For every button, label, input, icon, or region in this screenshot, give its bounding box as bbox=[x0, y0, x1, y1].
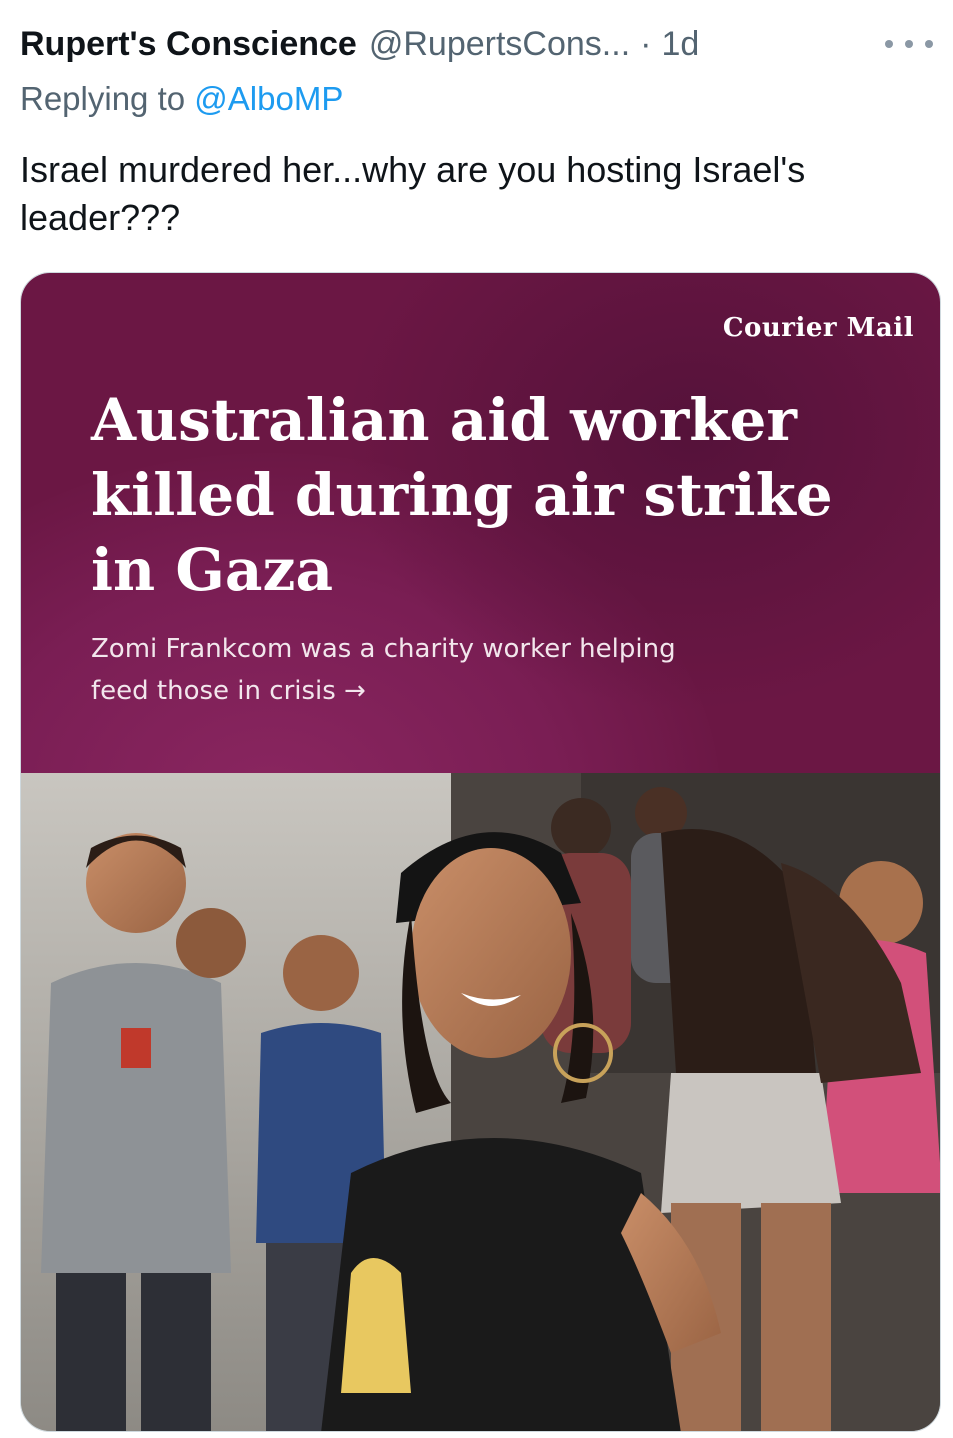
tweet-text: Israel murdered her...why are you hostin… bbox=[20, 149, 806, 238]
meta-separator: · bbox=[640, 24, 652, 63]
more-dot bbox=[885, 40, 893, 48]
article-subhead: Zomi Frankcom was a charity worker helpi… bbox=[91, 634, 676, 706]
article-banner: Courier Mail Australian aid worker kille… bbox=[21, 273, 940, 773]
user-handle[interactable]: @RupertsCons... bbox=[369, 25, 630, 64]
more-dot bbox=[905, 40, 913, 48]
replying-to: Replying to @AlboMP bbox=[20, 80, 343, 118]
more-horizontal-icon[interactable] bbox=[885, 24, 933, 64]
timestamp[interactable]: 1d bbox=[661, 25, 699, 64]
reply-prefix: Replying to bbox=[20, 80, 186, 117]
article-headline: Australian aid worker killed during air … bbox=[91, 386, 833, 604]
article-photo bbox=[21, 773, 940, 1431]
display-name[interactable]: Rupert's Conscience bbox=[20, 25, 357, 64]
photo-illustration bbox=[21, 773, 940, 1431]
tweet-header: Rupert's Conscience @RupertsCons... · 1d bbox=[20, 18, 933, 70]
media-card[interactable]: Courier Mail Australian aid worker kille… bbox=[20, 272, 941, 1432]
more-dot bbox=[925, 40, 933, 48]
courier-mail-logo: Courier Mail bbox=[722, 313, 914, 343]
reply-handle-link[interactable]: @AlboMP bbox=[194, 80, 343, 117]
tweet[interactable]: Rupert's Conscience @RupertsCons... · 1d… bbox=[0, 0, 953, 1438]
